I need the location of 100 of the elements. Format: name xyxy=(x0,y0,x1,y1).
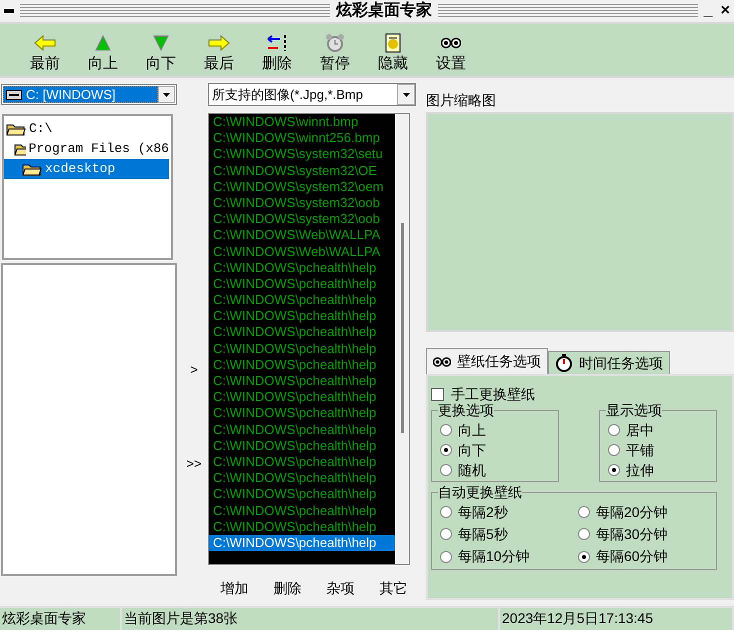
delete-icon xyxy=(266,34,288,52)
up-triangle-icon xyxy=(95,35,111,51)
tab[interactable]: 时间任务选项 xyxy=(548,351,670,374)
file-item[interactable]: C:\WINDOWS\system32\oob xyxy=(209,194,395,212)
radio-button[interactable] xyxy=(608,424,620,436)
stopwatch-icon xyxy=(555,354,573,372)
right-arrow-icon xyxy=(208,35,230,51)
file-item[interactable]: C:\WINDOWS\winnt.bmp xyxy=(209,114,395,130)
list-button[interactable]: 增加 xyxy=(220,578,248,599)
toolbar-button[interactable]: 暂停 xyxy=(306,26,364,74)
radio-button[interactable] xyxy=(440,506,452,518)
file-item[interactable]: C:\WINDOWS\pchealth\help xyxy=(209,405,395,422)
minimize-button[interactable]: _ xyxy=(704,0,713,23)
tab[interactable]: 壁纸任务选项 xyxy=(426,348,548,374)
radio-button[interactable] xyxy=(440,550,452,563)
toolbar-button[interactable]: 最后 xyxy=(190,26,248,74)
group-title: 显示选项 xyxy=(606,401,662,419)
folder-icon xyxy=(22,162,42,176)
radio-button[interactable] xyxy=(440,528,452,540)
scrollbar[interactable] xyxy=(395,114,409,564)
tree-item[interactable]: xcdesktop xyxy=(4,159,169,179)
radio-label: 每隔60分钟 xyxy=(596,547,668,566)
radio-label: 每隔10分钟 xyxy=(458,547,530,566)
file-item[interactable]: C:\WINDOWS\pchealth\help xyxy=(209,260,395,276)
tree-item[interactable]: C:\ xyxy=(4,119,169,139)
file-item[interactable]: C:\WINDOWS\system32\oob xyxy=(209,211,395,228)
file-item[interactable]: C:\WINDOWS\pchealth\help xyxy=(209,422,395,438)
document-icon xyxy=(383,33,403,53)
toolbar-button[interactable]: 删除 xyxy=(248,26,306,74)
file-item[interactable]: C:\WINDOWS\pchealth\help xyxy=(209,502,395,519)
file-item[interactable]: C:\WINDOWS\pchealth\help xyxy=(209,292,395,308)
down-triangle-icon xyxy=(153,35,169,51)
file-item[interactable]: C:\WINDOWS\pchealth\help xyxy=(209,340,395,357)
transfer-button[interactable]: > xyxy=(188,360,200,380)
radio-label: 随机 xyxy=(458,460,486,480)
drive-dropdown[interactable]: C: [WINDOWS] xyxy=(1,84,177,105)
file-item[interactable]: C:\WINDOWS\pchealth\help xyxy=(209,308,395,324)
file-item[interactable]: C:\WINDOWS\winnt256.bmp xyxy=(209,130,395,146)
status-panel: 2023年12月5日17:13:45 xyxy=(500,608,734,630)
radio-label: 每隔20分钟 xyxy=(596,502,668,522)
tree-item[interactable]: Program Files (x86 xyxy=(4,139,169,159)
checkbox-label: 手工更换壁纸 xyxy=(451,384,535,404)
radio-button[interactable] xyxy=(578,550,590,563)
folder-icon xyxy=(14,142,26,156)
list-button[interactable]: 其它 xyxy=(380,578,408,599)
file-item[interactable]: C:\WINDOWS\pchealth\help xyxy=(209,276,395,292)
transfer-button[interactable]: >> xyxy=(184,454,204,473)
checkbox[interactable] xyxy=(431,388,444,400)
group-title: 自动更换壁纸 xyxy=(438,483,522,501)
list-button[interactable]: 杂项 xyxy=(326,578,354,599)
left-arrow-icon xyxy=(34,35,56,51)
radio-button[interactable] xyxy=(578,528,590,540)
radio-button[interactable] xyxy=(440,444,452,456)
drive-icon xyxy=(6,90,22,100)
radio-button[interactable] xyxy=(608,444,620,456)
status-panel: 当前图片是第38张 xyxy=(122,608,500,630)
file-item[interactable]: C:\WINDOWS\system32\OE xyxy=(209,162,395,179)
alarm-clock-icon xyxy=(325,33,345,53)
window-title: 炫彩桌面专家 xyxy=(336,0,432,21)
radio-label: 拉伸 xyxy=(626,460,654,480)
preview-label: 图片缩略图 xyxy=(426,91,497,110)
file-item[interactable]: C:\WINDOWS\system32\setu xyxy=(209,146,395,163)
radio-label: 每隔30分钟 xyxy=(596,524,668,544)
file-item[interactable]: C:\WINDOWS\Web\WALLPA xyxy=(209,227,395,244)
eyes-icon xyxy=(441,37,461,49)
file-item[interactable]: C:\WINDOWS\pchealth\help xyxy=(209,518,395,535)
folder-icon xyxy=(6,122,26,136)
toolbar-button[interactable]: 设置 xyxy=(422,26,480,74)
toolbar-button[interactable]: 最前 xyxy=(16,26,74,74)
file-item[interactable]: C:\WINDOWS\pchealth\help xyxy=(209,438,395,454)
group-title: 更换选项 xyxy=(438,401,494,419)
eyes-icon xyxy=(433,356,451,366)
radio-button[interactable] xyxy=(608,464,620,476)
radio-label: 居中 xyxy=(626,420,654,440)
toolbar-button[interactable]: 向下 xyxy=(132,26,190,74)
file-item[interactable]: C:\WINDOWS\pchealth\help xyxy=(209,486,395,502)
file-item[interactable]: C:\WINDOWS\pchealth\help xyxy=(209,324,395,341)
file-item[interactable]: C:\WINDOWS\system32\oem xyxy=(209,178,395,195)
file-item[interactable]: C:\WINDOWS\pchealth\help xyxy=(209,454,395,470)
radio-label: 每隔2秒 xyxy=(458,502,508,522)
drive-value: C: [WINDOWS] xyxy=(26,86,116,104)
file-item[interactable]: C:\WINDOWS\Web\WALLPA xyxy=(209,244,395,260)
list-button[interactable]: 删除 xyxy=(274,578,302,599)
toolbar-button[interactable]: 向上 xyxy=(74,26,132,74)
file-item[interactable]: C:\WINDOWS\pchealth\help xyxy=(209,389,395,406)
toolbar-button[interactable]: 隐藏 xyxy=(364,26,422,74)
file-item[interactable]: C:\WINDOWS\pchealth\help xyxy=(209,534,395,552)
close-button[interactable]: × xyxy=(720,0,730,23)
radio-label: 向下 xyxy=(458,440,486,460)
status-panel: 炫彩桌面专家 xyxy=(0,608,122,630)
file-item[interactable]: C:\WINDOWS\pchealth\help xyxy=(209,470,395,486)
radio-button[interactable] xyxy=(440,464,452,476)
radio-label: 每隔5秒 xyxy=(458,524,508,544)
filter-value: 所支持的图像(*.Jpg,*.Bmp xyxy=(211,86,364,104)
radio-label: 平铺 xyxy=(626,440,654,460)
file-item[interactable]: C:\WINDOWS\pchealth\help xyxy=(209,373,395,390)
radio-button[interactable] xyxy=(578,506,590,518)
file-item[interactable]: C:\WINDOWS\pchealth\help xyxy=(209,356,395,373)
radio-button[interactable] xyxy=(440,424,452,436)
filter-dropdown[interactable]: 所支持的图像(*.Jpg,*.Bmp xyxy=(208,83,416,106)
